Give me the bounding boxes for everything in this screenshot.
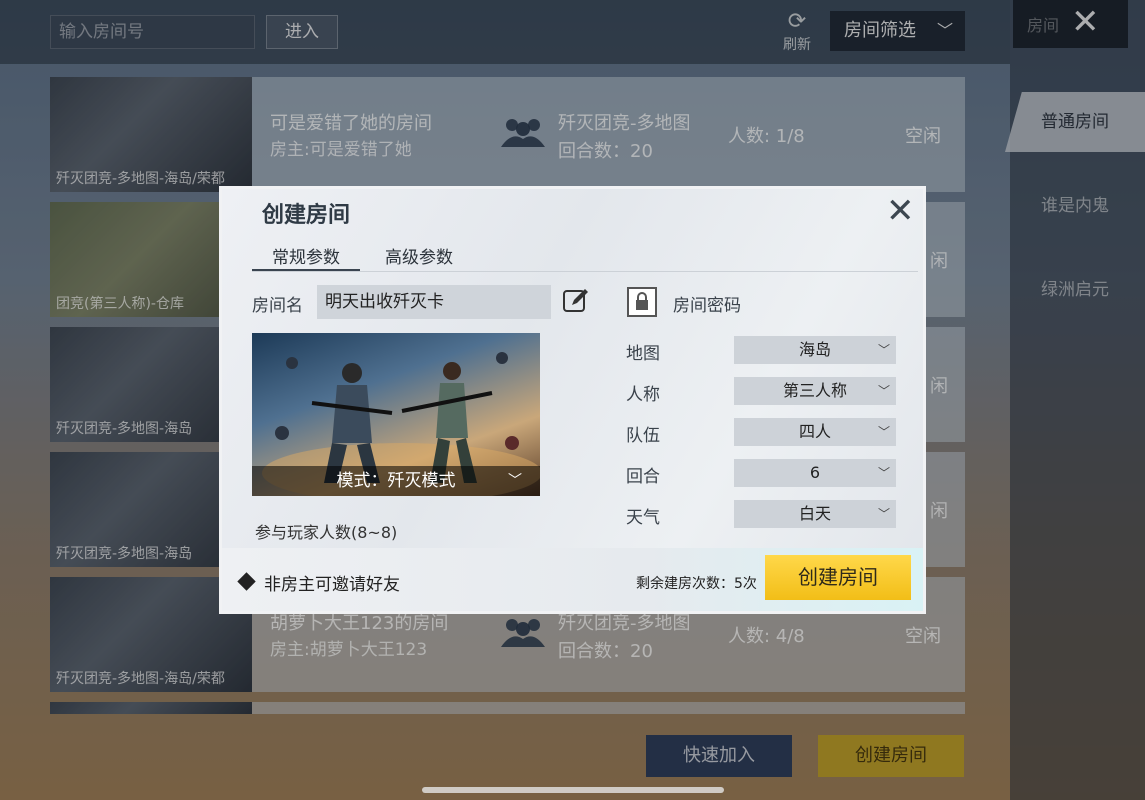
chevron-down-icon: ﹀	[508, 473, 522, 489]
map-value: 海岛	[798, 340, 831, 359]
room-password-label: 房间密码	[673, 296, 741, 316]
team-value: 四人	[798, 422, 831, 441]
close-icon[interactable]: ✕	[886, 191, 915, 231]
perspective-label: 人称	[626, 385, 660, 405]
weather-value: 白天	[798, 504, 831, 523]
room-name-label: 房间名	[252, 296, 303, 316]
dialog-title: 创建房间	[262, 203, 351, 228]
create-room-button[interactable]: 创建房间	[765, 555, 911, 600]
lock-icon[interactable]	[627, 287, 657, 317]
mode-selector[interactable]: 模式：歼灭模式 ﹀	[252, 333, 540, 496]
perspective-dropdown[interactable]: 第三人称 ﹀	[734, 377, 896, 405]
chevron-down-icon: ﹀	[877, 384, 890, 398]
create-room-dialog: 创建房间 ✕ 常规参数 高级参数 房间名 明天出收歼灭卡 房间密码 模式：歼灭模…	[219, 186, 926, 614]
map-dropdown[interactable]: 海岛 ﹀	[734, 336, 896, 364]
invite-option-label[interactable]: 非房主可邀请好友	[264, 570, 400, 595]
mode-label: 模式：歼灭模式	[336, 471, 456, 491]
team-label: 队伍	[626, 426, 660, 446]
room-name-input[interactable]: 明天出收歼灭卡	[317, 285, 551, 319]
tab-regular-params[interactable]: 常规参数	[272, 243, 340, 268]
remaining-creations: 剩余建房次数：5次	[636, 576, 757, 592]
player-count-label: 参与玩家人数(8~8)	[255, 523, 398, 542]
mode-label-bar: 模式：歼灭模式 ﹀	[252, 466, 540, 496]
weather-dropdown[interactable]: 白天 ﹀	[734, 500, 896, 528]
chevron-down-icon: ﹀	[877, 466, 890, 480]
rounds-value: 6	[809, 463, 821, 482]
checkbox-diamond-icon[interactable]	[237, 572, 256, 591]
dialog-footer: 非房主可邀请好友 剩余建房次数：5次 创建房间	[222, 548, 923, 611]
tab-divider	[252, 271, 918, 272]
home-indicator[interactable]	[422, 787, 724, 793]
chevron-down-icon: ﹀	[877, 343, 890, 357]
chevron-down-icon: ﹀	[877, 507, 890, 521]
map-label: 地图	[626, 344, 660, 364]
chevron-down-icon: ﹀	[877, 425, 890, 439]
rounds-label: 回合	[626, 467, 660, 487]
edit-icon[interactable]	[562, 287, 590, 315]
active-tab-indicator	[252, 269, 360, 271]
perspective-value: 第三人称	[782, 381, 847, 400]
team-dropdown[interactable]: 四人 ﹀	[734, 418, 896, 446]
tab-advanced-params[interactable]: 高级参数	[385, 243, 453, 268]
weather-label: 天气	[626, 508, 660, 528]
rounds-dropdown[interactable]: 6 ﹀	[734, 459, 896, 487]
